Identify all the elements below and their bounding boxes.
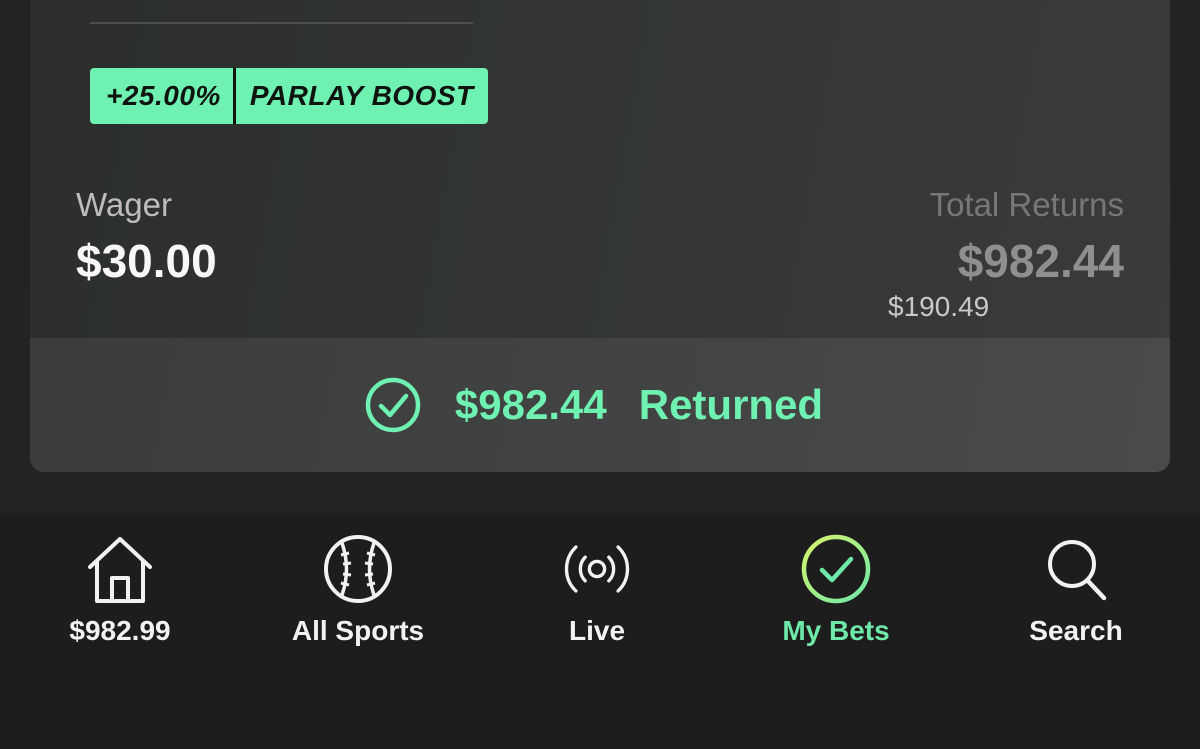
- total-returns-value: $982.44: [957, 235, 1124, 287]
- parlay-boost-badge: +25.00% PARLAY BOOST: [90, 68, 488, 124]
- check-circle-icon: [801, 534, 871, 604]
- boost-label: PARLAY BOOST: [235, 68, 488, 124]
- search-icon: [1048, 540, 1107, 601]
- returned-text: Returned: [638, 381, 824, 428]
- divider: [90, 22, 473, 24]
- live-broadcast-icon: [564, 545, 630, 593]
- tab-live-label: Live: [568, 615, 626, 646]
- total-returns-sub: $190.49: [888, 291, 990, 322]
- bottom-tab-bar: $982.99 All Sports Live My Bets Search: [0, 513, 1200, 749]
- tab-all-sports[interactable]: All Sports: [238, 513, 478, 673]
- wager-label: Wager: [76, 186, 172, 223]
- returned-amount: $982.44: [454, 381, 607, 428]
- tab-all-sports-label: All Sports: [291, 615, 425, 646]
- returned-status-bar: $982.44 Returned: [30, 338, 1170, 472]
- tab-home-label: $982.99: [69, 615, 171, 646]
- check-circle-icon: [365, 377, 421, 433]
- baseball-icon: [324, 535, 392, 603]
- tab-search-label: Search: [1029, 615, 1123, 646]
- tab-search[interactable]: Search: [956, 513, 1196, 673]
- wager-value: $30.00: [76, 235, 217, 287]
- tab-my-bets-label: My Bets: [782, 615, 890, 646]
- boost-percent: +25.00%: [90, 68, 236, 124]
- tab-my-bets[interactable]: My Bets: [716, 513, 956, 673]
- tab-home[interactable]: $982.99: [0, 513, 240, 673]
- tab-live[interactable]: Live: [477, 513, 717, 673]
- bet-card: +25.00% PARLAY BOOST Wager $30.00 Total …: [30, 0, 1170, 472]
- total-returns-label: Total Returns: [929, 186, 1124, 223]
- home-icon: [88, 537, 152, 603]
